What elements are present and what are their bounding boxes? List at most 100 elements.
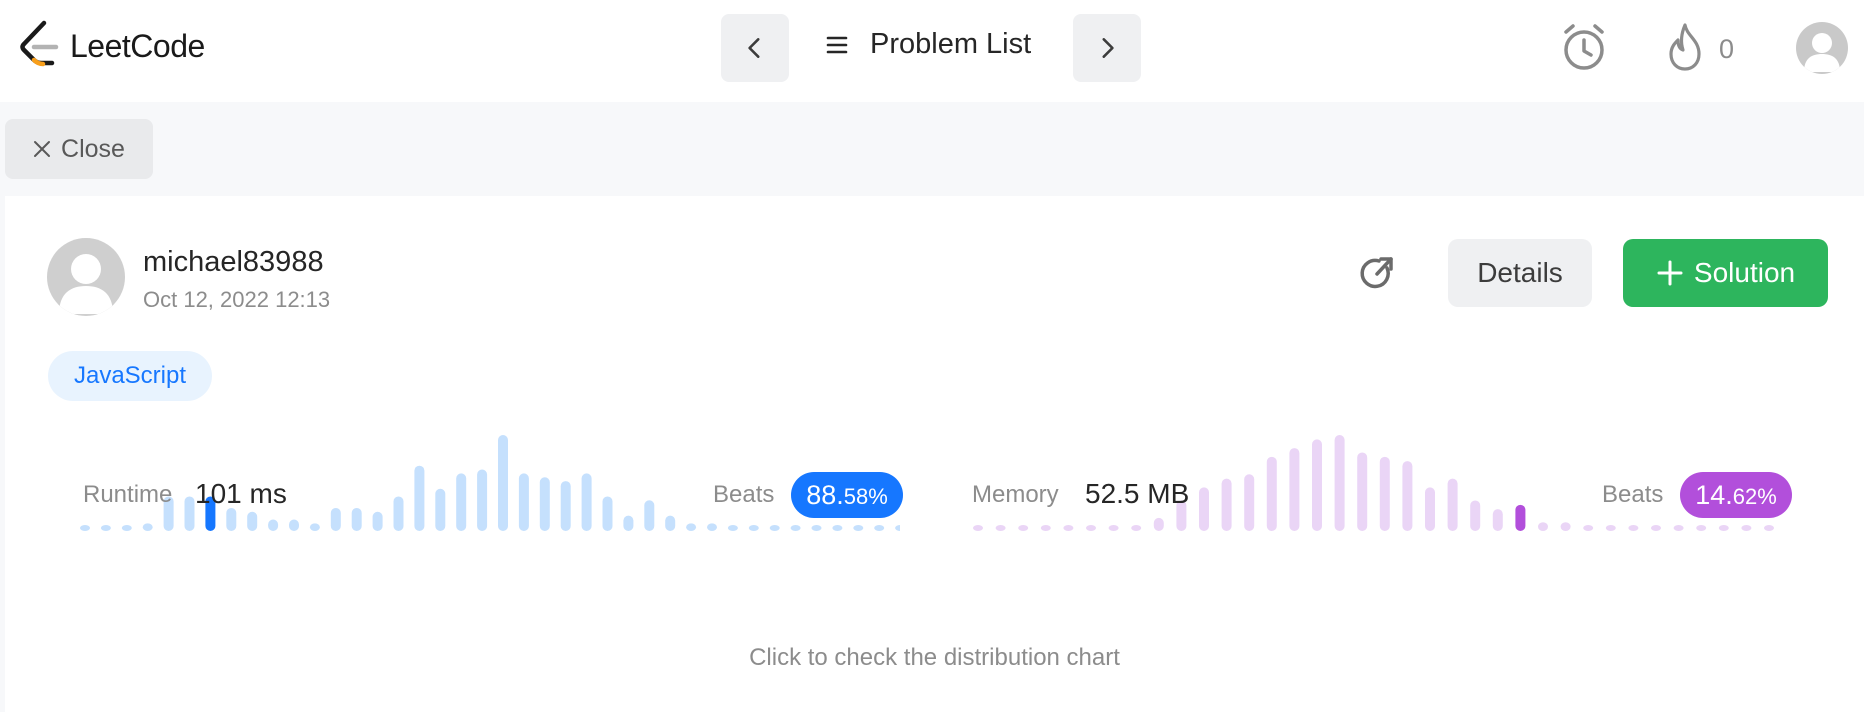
memory-bar[interactable] [1470, 500, 1481, 531]
runtime-bar[interactable] [644, 500, 655, 531]
share-icon[interactable] [1357, 254, 1397, 294]
runtime-bar[interactable] [226, 507, 237, 531]
problem-list-button[interactable]: Problem List [826, 28, 1031, 61]
memory-bar[interactable] [1764, 525, 1774, 531]
memory-bar[interactable] [1312, 439, 1322, 531]
runtime-bar[interactable] [435, 488, 446, 531]
memory-bar[interactable] [1221, 478, 1232, 531]
post-solution-button[interactable]: Solution [1623, 239, 1828, 307]
memory-bar[interactable] [1266, 456, 1277, 531]
memory-bar[interactable] [1108, 525, 1119, 531]
runtime-bar[interactable] [874, 525, 885, 531]
runtime-bar[interactable] [769, 525, 780, 531]
runtime-bar[interactable] [100, 525, 111, 531]
runtime-bar[interactable] [309, 523, 320, 531]
runtime-bar[interactable] [289, 519, 299, 531]
runtime-bar[interactable] [707, 523, 717, 531]
memory-beats-label: Beats [1602, 481, 1664, 508]
prev-problem-button[interactable] [721, 14, 789, 82]
runtime-bar[interactable] [748, 525, 759, 531]
runtime-bar[interactable] [121, 525, 132, 531]
runtime-bar[interactable] [247, 511, 258, 531]
fire-streak-icon[interactable] [1665, 22, 1705, 72]
memory-bar[interactable] [1040, 525, 1051, 531]
memory-bar[interactable] [1153, 517, 1164, 531]
runtime-beats-badge: 88. 58% [791, 472, 903, 518]
memory-bar[interactable] [1086, 525, 1096, 531]
runtime-bar[interactable] [351, 507, 362, 531]
memory-bar[interactable] [1447, 478, 1458, 531]
memory-bar[interactable] [1425, 487, 1435, 531]
runtime-bar[interactable] [372, 511, 383, 531]
memory-value: 52.5 MB [1085, 478, 1190, 509]
runtime-bar[interactable] [456, 473, 467, 531]
memory-bar[interactable] [1583, 525, 1594, 531]
runtime-bar[interactable] [498, 435, 508, 531]
memory-bar[interactable] [1718, 525, 1729, 531]
memory-bar[interactable] [1244, 474, 1255, 531]
submitter-username[interactable]: michael83988 [143, 246, 324, 279]
memory-bar[interactable] [1560, 522, 1571, 531]
runtime-bar[interactable] [665, 515, 676, 531]
runtime-bar[interactable] [184, 496, 195, 531]
runtime-bar[interactable] [539, 477, 550, 531]
memory-bar[interactable] [1673, 525, 1684, 531]
memory-bar[interactable] [1063, 525, 1074, 531]
runtime-beats-label: Beats [713, 481, 775, 508]
runtime-bar[interactable] [330, 507, 341, 531]
default-avatar-icon [1804, 33, 1840, 72]
runtime-bar[interactable] [623, 515, 634, 531]
runtime-bar[interactable] [477, 469, 488, 531]
memory-bar[interactable] [1199, 487, 1209, 531]
memory-bar[interactable] [1018, 525, 1029, 531]
memory-bar[interactable] [1628, 525, 1639, 531]
runtime-bar[interactable] [581, 473, 592, 531]
leetcode-logo-icon [20, 20, 59, 67]
runtime-bar[interactable] [727, 525, 738, 531]
memory-bar[interactable] [1289, 448, 1300, 531]
memory-bar[interactable] [1696, 525, 1707, 531]
details-button[interactable]: Details [1448, 239, 1592, 307]
language-tag: JavaScript [48, 351, 212, 401]
runtime-bar[interactable] [602, 496, 613, 531]
streak-count: 0 [1719, 34, 1735, 64]
runtime-bar[interactable] [853, 525, 864, 531]
submitter-avatar[interactable] [47, 238, 125, 316]
memory-bar[interactable] [1538, 522, 1548, 531]
runtime-beats-frac: 58% [843, 484, 888, 509]
runtime-bar[interactable] [686, 523, 697, 531]
problem-list-label: Problem List [870, 28, 1032, 60]
runtime-bar[interactable] [790, 525, 801, 531]
runtime-bar[interactable] [560, 481, 571, 531]
runtime-bar[interactable] [895, 525, 900, 531]
memory-bar[interactable] [1492, 509, 1503, 531]
memory-bar[interactable] [995, 525, 1006, 531]
runtime-bar[interactable] [414, 465, 425, 531]
submission-panel: michael83988 Oct 12, 2022 12:13 Details … [5, 196, 1864, 712]
runtime-bar[interactable] [268, 519, 279, 531]
runtime-bar[interactable] [393, 496, 404, 531]
next-problem-button[interactable] [1073, 14, 1141, 82]
close-button[interactable]: Close [5, 119, 153, 179]
memory-bar[interactable] [1741, 525, 1752, 531]
alarm-clock-icon[interactable] [1560, 22, 1608, 74]
user-avatar[interactable] [1796, 22, 1848, 74]
logo[interactable]: LeetCode [18, 20, 205, 72]
memory-bar[interactable] [1515, 504, 1526, 531]
runtime-bar[interactable] [142, 523, 153, 531]
memory-bar[interactable] [1605, 525, 1616, 531]
runtime-bar[interactable] [811, 525, 822, 531]
memory-bar[interactable] [1357, 452, 1368, 531]
list-icon [826, 36, 848, 53]
memory-bar[interactable] [1651, 525, 1661, 531]
distribution-hint[interactable]: Click to check the distribution chart [5, 644, 1864, 672]
memory-bar[interactable] [1402, 461, 1413, 531]
solution-label: Solution [1693, 257, 1796, 288]
memory-bar[interactable] [1334, 435, 1345, 531]
runtime-bar[interactable] [518, 473, 529, 531]
memory-bar[interactable] [1379, 456, 1390, 531]
memory-bar[interactable] [1131, 525, 1142, 531]
runtime-bar[interactable] [80, 525, 90, 531]
runtime-bar[interactable] [832, 525, 843, 531]
memory-bar[interactable] [973, 525, 983, 531]
